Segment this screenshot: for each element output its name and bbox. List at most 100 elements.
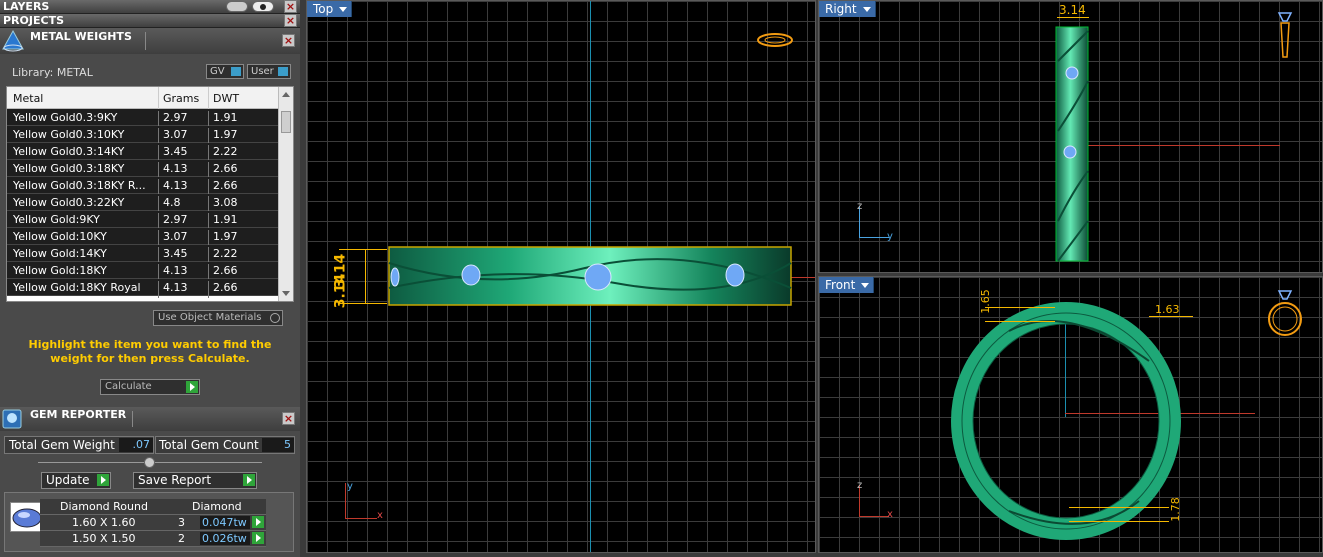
table-row[interactable]: Yellow Gold0.3:18KY 4.13 2.66 [7,160,279,179]
grams-cell: 2.97 [163,111,188,124]
viewport-tab-top[interactable]: Top [307,1,353,17]
dimension-front-c: 1.78 [1069,497,1182,539]
gem-row[interactable]: 1.60 X 1.60 3 0.047tw [40,515,266,531]
table-row[interactable]: Yellow Gold0.3:10KY 3.07 1.97 [7,126,279,145]
total-gem-weight-field: Total Gem Weight .07 [4,436,154,454]
user-toggle[interactable]: User [247,64,291,79]
dimension-front-a: 1.65 [978,289,1055,331]
ring-side-mini-icon [1277,12,1293,58]
metal-weights-header: METAL WEIGHTS × [0,28,300,54]
viewport-front[interactable]: Front 1.65 1.63 1.78 z x [818,276,1323,553]
table-row[interactable]: Yellow Gold:18KY Royal 4.13 2.66 [7,279,279,298]
gv-label: GV [210,66,225,77]
play-icon [186,381,198,393]
diamond-thumbnail [10,502,44,532]
metal-name-cell: Yellow Gold:18KY Royal [13,281,141,294]
metal-name-cell: Yellow Gold0.3:18KY [13,162,125,175]
viewport-tab-right[interactable]: Right [819,1,876,17]
column-header-metal[interactable]: Metal [13,92,43,105]
grams-cell: 3.07 [163,230,188,243]
table-row[interactable]: Yellow Gold0.3:22KY 4.8 3.08 [7,194,279,213]
diamond-icon [12,508,42,528]
grams-cell: 2.97 [163,213,188,226]
dwt-cell: 2.22 [213,145,238,158]
play-icon[interactable] [252,516,264,528]
column-header-dwt[interactable]: DWT [213,92,239,105]
metal-name-cell: Yellow Gold:18KY [13,264,107,277]
gem-size-cell: 1.60 X 1.60 [72,516,136,529]
viewport-label-top: Top [313,2,334,16]
update-button[interactable]: Update [41,472,111,489]
table-row[interactable]: Yellow Gold:10KY 3.07 1.97 [7,228,279,247]
scroll-up-icon[interactable] [282,92,290,97]
gv-toggle[interactable]: GV [206,64,244,79]
eye-open-icon[interactable] [252,1,274,12]
metal-name-cell: Yellow Gold0.3:9KY [13,111,118,124]
table-row[interactable]: Yellow Gold:18KY 4.13 2.66 [7,262,279,281]
dwt-cell: 2.66 [213,179,238,192]
total-gem-count-label: Total Gem Count [159,438,259,452]
dwt-cell: 3.08 [213,196,238,209]
chevron-down-icon[interactable] [862,7,871,12]
collapse-icon[interactable] [144,457,155,468]
dwt-cell: 2.66 [213,264,238,277]
table-scrollbar[interactable] [278,87,293,301]
close-icon[interactable]: × [282,412,295,425]
table-row[interactable]: Yellow Gold:14KY 3.45 2.22 [7,245,279,264]
viewport-top[interactable]: Top 3.14 3.14 y x [306,0,816,553]
save-report-button[interactable]: Save Report [133,472,257,489]
close-icon[interactable]: × [284,14,297,27]
grams-cell: 3.45 [163,247,188,260]
instruction-text: Highlight the item you want to find the … [28,338,272,365]
calculate-label: Calculate [105,381,152,392]
layers-header[interactable]: LAYERS × [0,0,300,14]
axis-label-y: y [887,231,893,242]
viewport-tab-front[interactable]: Front [819,277,875,293]
checkbox-icon[interactable] [270,313,280,323]
layers-title: LAYERS [3,0,50,13]
ring-mini-icon [757,33,793,47]
dwt-cell: 2.22 [213,247,238,260]
metal-name-cell: Yellow Gold0.3:14KY [13,145,125,158]
calculate-button[interactable]: Calculate [100,379,200,395]
toggle-indicator-icon [231,67,241,76]
viewport-right[interactable]: Right 3.14 z y [818,0,1323,273]
close-icon[interactable]: × [284,0,297,13]
gem-size-cell: 1.50 X 1.50 [72,532,136,545]
table-header: Metal Grams DWT [7,87,279,109]
ring-front-mini-icon [1268,290,1302,336]
update-label: Update [46,473,90,487]
grams-cell: 3.45 [163,145,188,158]
chevron-down-icon[interactable] [861,283,870,288]
axis-label-y: y [347,481,353,492]
viewport-label-front: Front [825,278,856,292]
close-icon[interactable]: × [282,34,295,47]
table-row[interactable]: Yellow Gold0.3:9KY 2.97 1.91 [7,109,279,128]
table-row[interactable]: Yellow Gold0.3:14KY 3.45 2.22 [7,143,279,162]
dwt-cell: 2.66 [213,162,238,175]
metal-name-cell: Yellow Gold:10KY [13,230,107,243]
use-object-materials-button[interactable]: Use Object Materials [153,310,283,326]
dwt-cell: 1.97 [213,128,238,141]
dimension-value-top-b: 3.14 [332,273,349,309]
metal-name-cell: Yellow Gold:9KY [13,213,100,226]
chevron-down-icon[interactable] [339,7,348,12]
dimension-front-b: 1.63 [1149,301,1209,331]
metal-name-cell: Yellow Gold0.3:10KY [13,128,125,141]
table-row[interactable]: Yellow Gold:9KY 2.97 1.91 [7,211,279,230]
gem-row[interactable]: 1.50 X 1.50 2 0.026tw [40,531,266,547]
column-header-grams[interactable]: Grams [163,92,199,105]
projects-title: PROJECTS [3,14,64,27]
axis-indicator [345,483,346,519]
scroll-down-icon[interactable] [282,291,290,296]
eye-icon[interactable] [226,1,248,12]
dimension-value-front-a: 1.65 [978,289,992,314]
scroll-thumb[interactable] [281,111,291,133]
table-row[interactable]: Yellow Gold0.3:18KY R... 4.13 2.66 [7,177,279,196]
table-body: Yellow Gold0.3:9KY 2.97 1.91 Yellow Gold0.3… [7,109,279,298]
projects-header[interactable]: PROJECTS × [0,14,300,28]
grams-cell: 3.07 [163,128,188,141]
play-icon[interactable] [252,532,264,544]
total-gem-weight-label: Total Gem Weight [9,438,115,452]
grams-cell: 4.8 [163,196,181,209]
